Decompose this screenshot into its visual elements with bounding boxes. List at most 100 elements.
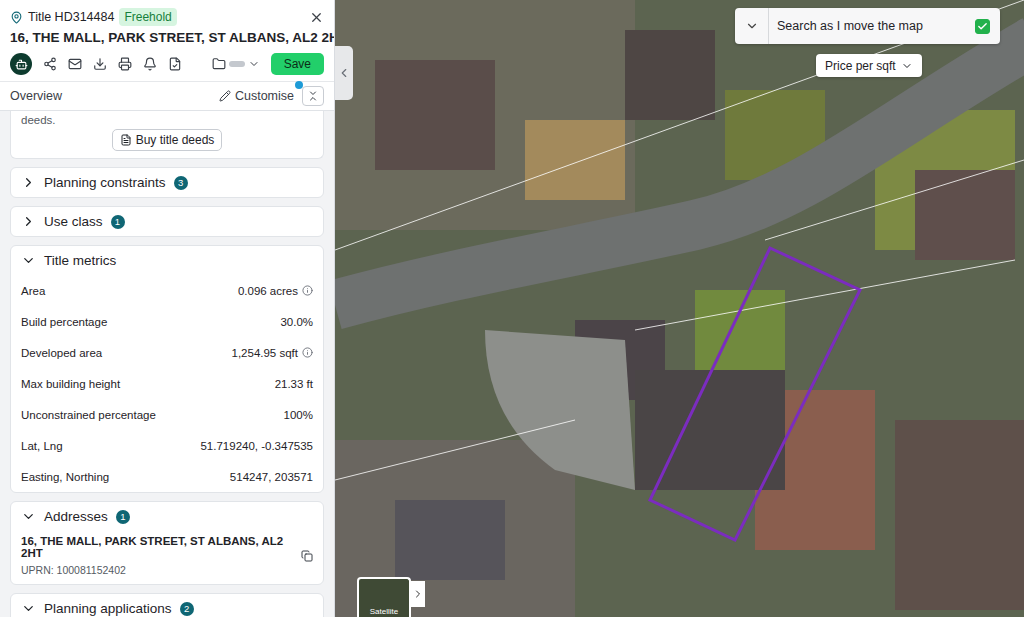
search-options[interactable] <box>735 8 769 44</box>
layer-thumbnail[interactable]: Satellite <box>357 577 411 617</box>
section-title: Use class <box>44 214 103 229</box>
title-address: 16, THE MALL, PARK STREET, ST ALBANS, AL… <box>10 30 335 45</box>
metric-row: Unconstrained percentage 100% <box>11 399 323 430</box>
metric-label: Build percentage <box>21 316 107 328</box>
count-badge: 1 <box>111 215 125 229</box>
metric-value: 21.33 ft <box>275 378 313 390</box>
deeds-text: deeds. <box>21 114 313 126</box>
search-as-move: Search as I move the map <box>735 8 1000 44</box>
alert-button[interactable] <box>143 57 157 71</box>
title-panel: Title HD314484 Freehold 16, THE MALL, PARK… <box>0 0 335 617</box>
folder-icon <box>212 57 226 71</box>
title-number: Title HD314484 <box>28 10 114 24</box>
layer-expand[interactable] <box>411 581 425 607</box>
metric-label: Area <box>21 285 45 297</box>
tabs-row: Overview Customise <box>0 81 334 110</box>
address-text: 16, THE MALL, PARK STREET, ST ALBANS, AL… <box>21 535 293 559</box>
section-card: Addresses 1 16, THE MALL, PARK STREET, ST … <box>10 501 324 585</box>
metric-row: Build percentage 30.0% <box>11 306 323 337</box>
section-header[interactable]: Addresses 1 <box>11 502 323 531</box>
chevron-left-icon <box>337 66 351 80</box>
collapse-icon <box>307 90 319 102</box>
file-check-icon <box>168 57 182 71</box>
tenure-badge: Freehold <box>119 8 176 26</box>
info-icon[interactable] <box>302 347 313 358</box>
section-header[interactable]: Planning constraints 3 <box>11 168 323 197</box>
share-button[interactable] <box>43 57 57 71</box>
collapse-button[interactable] <box>302 86 324 106</box>
notification-dot <box>295 81 303 89</box>
search-checkbox[interactable] <box>975 19 990 34</box>
copy-icon <box>301 550 313 562</box>
download-icon <box>93 57 107 71</box>
assistant-button[interactable] <box>10 53 32 75</box>
metric-value: 100% <box>284 409 313 421</box>
metric-value: 1,254.95 sqft <box>232 347 314 359</box>
section-title: Planning applications <box>44 601 172 616</box>
document-icon <box>120 134 132 146</box>
metric-row: Lat, Lng 51.719240, -0.347535 <box>11 430 323 461</box>
folder-select[interactable] <box>212 57 260 71</box>
metric-value: 51.719240, -0.347535 <box>200 440 313 452</box>
chevron-right-icon <box>412 588 424 600</box>
metric-value: 0.096 acres <box>238 285 313 297</box>
overview-tab[interactable]: Overview <box>10 89 62 103</box>
section-title: Planning constraints <box>44 175 166 190</box>
metric-value: 30.0% <box>280 316 313 328</box>
buy-deeds-button[interactable]: Buy title deeds <box>112 129 223 151</box>
share-icon <box>43 57 57 71</box>
section-card: Title metrics Area 0.096 acres Build percen… <box>10 245 324 493</box>
bell-icon <box>143 57 157 71</box>
metric-label: Easting, Northing <box>21 471 109 483</box>
close-icon <box>309 10 324 25</box>
customise-button[interactable]: Customise <box>219 89 294 103</box>
chevron-down-icon <box>21 601 36 616</box>
address-item: 16, THE MALL, PARK STREET, ST ALBANS, AL… <box>11 531 323 584</box>
report-button[interactable] <box>168 57 182 71</box>
app: Title HD314484 Freehold 16, THE MALL, PARK… <box>0 0 1024 617</box>
section-header[interactable]: Planning applications 2 <box>11 594 323 617</box>
map: Search as I move the map Price per sqft Sa… <box>335 0 1024 617</box>
metric-label: Developed area <box>21 347 102 359</box>
bot-icon <box>15 58 28 71</box>
panel-content: deeds. Buy title deeds Planning constraint… <box>0 110 334 617</box>
panel-header: Title HD314484 Freehold 16, THE MALL, PARK… <box>0 0 334 110</box>
printer-icon <box>118 57 132 71</box>
chevron-right-icon <box>21 175 36 190</box>
check-icon <box>977 21 988 32</box>
section-title: Title metrics <box>44 253 116 268</box>
chevron-down-icon <box>248 58 260 70</box>
section-title: Addresses <box>44 509 108 524</box>
count-badge: 3 <box>174 176 188 190</box>
layer-switcher: Satellite <box>357 577 425 617</box>
chevron-down-icon <box>21 509 36 524</box>
section-header[interactable]: Title metrics <box>11 246 323 275</box>
metric-row: Easting, Northing 514247, 203571 <box>11 461 323 492</box>
satellite-map[interactable] <box>335 0 1024 617</box>
close-button[interactable] <box>309 10 324 25</box>
deeds-card: deeds. Buy title deeds <box>10 111 324 159</box>
copy-button[interactable] <box>301 550 313 562</box>
title-boundary[interactable] <box>650 248 860 540</box>
chevron-down-icon <box>745 19 759 33</box>
folder-pill <box>229 61 245 67</box>
email-button[interactable] <box>68 57 82 71</box>
save-button[interactable]: Save <box>271 53 324 75</box>
count-badge: 1 <box>116 510 130 524</box>
price-filter[interactable]: Price per sqft <box>816 54 922 77</box>
metric-row: Max building height21.33 ft <box>11 368 323 399</box>
chevron-right-icon <box>21 214 36 229</box>
panel-toggle[interactable] <box>335 46 353 100</box>
pencil-icon <box>219 90 231 102</box>
uprn-text: UPRN: 100081152402 <box>21 564 293 576</box>
section-header[interactable]: Use class 1 <box>11 207 323 236</box>
search-label: Search as I move the map <box>769 19 975 33</box>
pin-icon <box>10 11 23 24</box>
count-badge: 2 <box>180 602 194 616</box>
print-button[interactable] <box>118 57 132 71</box>
metric-label: Unconstrained percentage <box>21 409 156 421</box>
metric-value: 514247, 203571 <box>230 471 313 483</box>
download-button[interactable] <box>93 57 107 71</box>
metric-label: Lat, Lng <box>21 440 63 452</box>
info-icon[interactable] <box>302 285 313 296</box>
